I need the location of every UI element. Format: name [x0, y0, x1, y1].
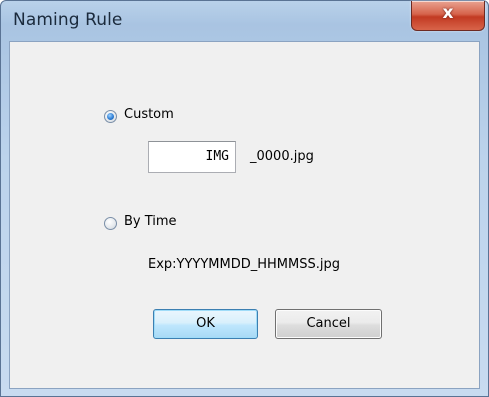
- time-format-example: Exp:YYYYMMDD_HHMMSS.jpg: [148, 257, 340, 272]
- title-bar[interactable]: Naming Rule x: [1, 1, 488, 41]
- ok-button[interactable]: OK: [153, 309, 258, 339]
- naming-rule-dialog: Naming Rule x Custom IMG _0000.jpg By Ti…: [0, 0, 489, 397]
- cancel-button[interactable]: Cancel: [275, 309, 382, 339]
- close-button[interactable]: x: [411, 1, 485, 31]
- custom-radio-label[interactable]: Custom: [124, 107, 174, 122]
- suffix-text: _0000.jpg: [250, 149, 314, 164]
- prefix-input[interactable]: IMG: [148, 141, 236, 173]
- window-title: Naming Rule: [13, 10, 123, 30]
- by-time-radio[interactable]: [104, 217, 117, 230]
- close-icon: x: [442, 3, 454, 23]
- dialog-content: Custom IMG _0000.jpg By Time Exp:YYYYMMD…: [9, 41, 480, 389]
- by-time-radio-label[interactable]: By Time: [124, 214, 177, 229]
- custom-radio[interactable]: [104, 110, 117, 123]
